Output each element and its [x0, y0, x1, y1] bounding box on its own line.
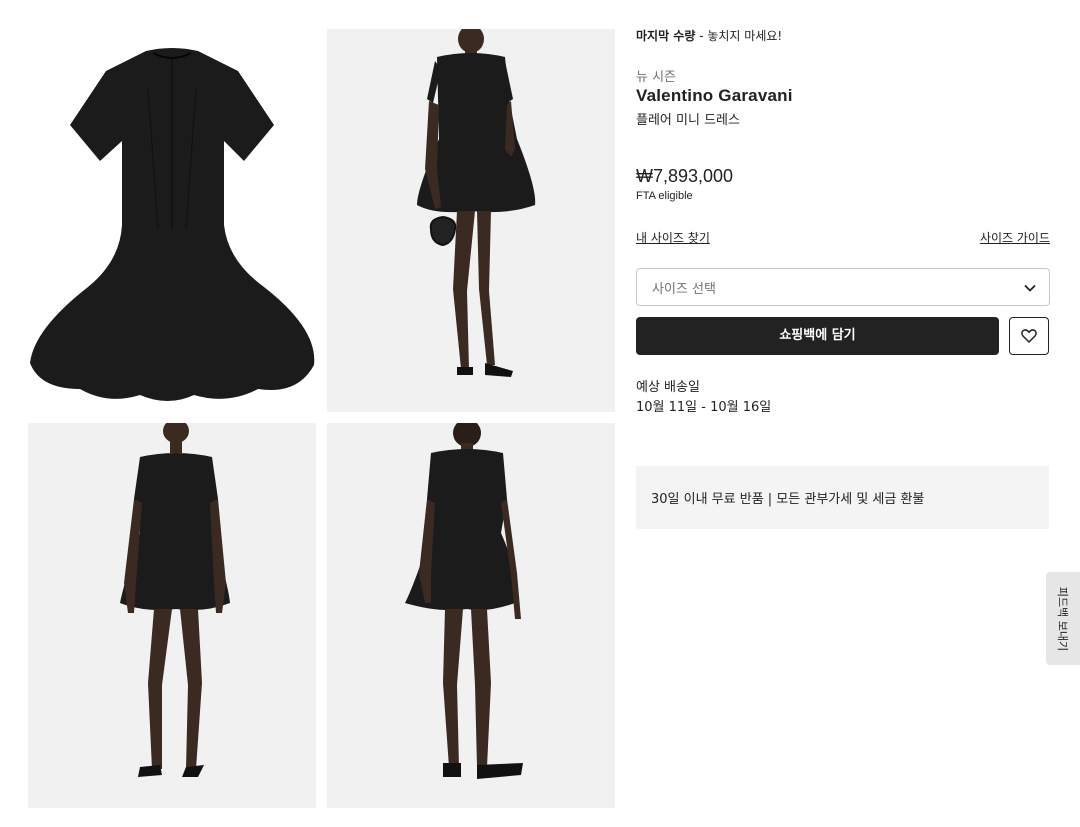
tax-note: FTA eligible [636, 190, 693, 202]
wishlist-button[interactable] [1009, 317, 1049, 355]
model-back-illustration [327, 423, 615, 808]
product-image-side-bag[interactable] [327, 29, 615, 412]
feedback-tab[interactable]: 피드백 보내기 [1046, 572, 1080, 665]
size-guide-link[interactable]: 사이즈 가이드 [980, 229, 1050, 246]
stock-notice-emphasis: 마지막 수량 [636, 29, 696, 43]
stock-notice-text: - 놓치지 마세요! [695, 29, 783, 43]
add-to-bag-button[interactable]: 쇼핑백에 담기 [636, 317, 999, 355]
season-label: 뉴 시즌 [636, 70, 677, 85]
heart-icon [1021, 329, 1037, 343]
stock-notice: 마지막 수량 - 놓치지 마세요! [636, 27, 782, 44]
product-image-model-front[interactable] [28, 423, 316, 808]
shipping-label: 예상 배송일 [636, 380, 700, 395]
brand-name[interactable]: Valentino Garavani [636, 86, 793, 106]
returns-notice: 30일 이내 무료 반품 | 모든 관부가세 및 세금 환불 [636, 466, 1049, 529]
dress-flat-illustration [30, 48, 315, 401]
size-select[interactable]: 사이즈 선택 [636, 268, 1050, 306]
size-select-placeholder: 사이즈 선택 [652, 282, 716, 297]
chevron-down-icon [1024, 284, 1036, 292]
product-image-flat[interactable] [28, 29, 316, 412]
find-my-size-link[interactable]: 내 사이즈 찾기 [636, 229, 710, 246]
product-image-model-back[interactable] [327, 423, 615, 808]
returns-notice-text: 30일 이내 무료 반품 | 모든 관부가세 및 세금 환불 [651, 492, 925, 507]
price: ₩7,893,000 [636, 166, 734, 186]
model-side-illustration [327, 29, 615, 412]
shipping-dates: 10월 11일 - 10월 16일 [636, 400, 772, 415]
feedback-label: 피드백 보내기 [1056, 586, 1069, 651]
product-name: 플레어 미니 드레스 [636, 113, 740, 128]
model-front-illustration [28, 423, 316, 808]
